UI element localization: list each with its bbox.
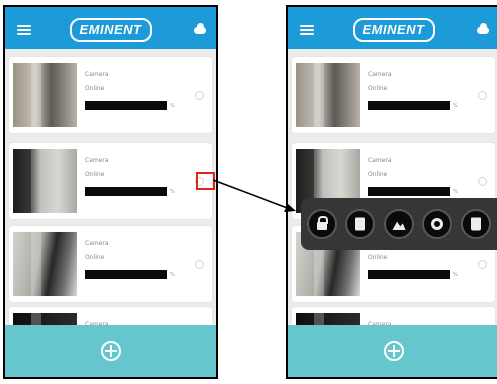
camera-thumbnail [13, 63, 77, 127]
app-footer [5, 325, 216, 377]
signal-bar [85, 270, 167, 279]
status-dot-icon[interactable] [478, 260, 487, 269]
app-logo: EMINENT [352, 18, 435, 42]
cloud-icon[interactable] [477, 23, 489, 34]
hamburger-icon[interactable] [17, 25, 31, 35]
settings-button[interactable] [422, 209, 452, 239]
delete-button[interactable] [461, 209, 491, 239]
signal-bar [85, 187, 167, 196]
signal-label: % [453, 103, 458, 109]
camera-thumbnail [13, 232, 77, 296]
camera-status: Online [85, 171, 105, 178]
document-icon [355, 217, 365, 231]
hamburger-icon[interactable] [300, 25, 314, 35]
camera-status: Online [368, 171, 388, 178]
camera-status: Online [368, 85, 388, 92]
cloud-icon[interactable] [194, 23, 206, 34]
camera-name: Camera [85, 240, 109, 247]
status-dot-icon[interactable] [195, 91, 204, 100]
signal-bar [368, 270, 450, 279]
camera-thumbnail [296, 63, 360, 127]
camera-name: Camera [368, 71, 392, 78]
signal-label: % [453, 189, 458, 195]
camera-status: Online [85, 254, 105, 261]
status-dot-icon[interactable] [195, 260, 204, 269]
add-icon[interactable] [383, 341, 404, 361]
signal-bar [368, 101, 450, 110]
camera-card[interactable]: Camera Online % [9, 143, 212, 219]
camera-status: Online [85, 85, 105, 92]
camera-thumbnail [13, 149, 77, 213]
app-header: EMINENT [5, 7, 216, 49]
camera-card[interactable]: Camera Online % [9, 226, 212, 302]
add-icon[interactable] [100, 341, 121, 361]
camera-card[interactable]: Camera Online % [9, 57, 212, 133]
phone-screen-before: EMINENT Camera Online % Camera Online % … [3, 5, 218, 379]
phone-screen-after: EMINENT Camera Online % Camera Online % … [286, 5, 497, 379]
app-footer [288, 325, 497, 377]
app-header: EMINENT [288, 7, 497, 49]
app-logo: EMINENT [69, 18, 152, 42]
signal-bar [85, 101, 167, 110]
lock-button[interactable] [307, 209, 337, 239]
camera-name: Camera [85, 157, 109, 164]
camera-status: Online [368, 254, 388, 261]
signal-label: % [170, 272, 175, 278]
status-dot-icon[interactable] [478, 91, 487, 100]
signal-label: % [170, 189, 175, 195]
gear-icon [431, 218, 443, 230]
camera-name: Camera [85, 71, 109, 78]
trash-icon [471, 217, 481, 231]
signal-bar [368, 187, 450, 196]
signal-label: % [453, 272, 458, 278]
highlight-box [196, 172, 215, 190]
camera-card[interactable]: Camera Online % [292, 57, 495, 133]
lock-icon [317, 216, 328, 230]
camera-name: Camera [368, 157, 392, 164]
camera-action-menu [301, 198, 497, 250]
image-button[interactable] [384, 209, 414, 239]
image-icon [392, 221, 406, 230]
document-button[interactable] [345, 209, 375, 239]
status-dot-icon[interactable] [478, 177, 487, 186]
signal-label: % [170, 103, 175, 109]
